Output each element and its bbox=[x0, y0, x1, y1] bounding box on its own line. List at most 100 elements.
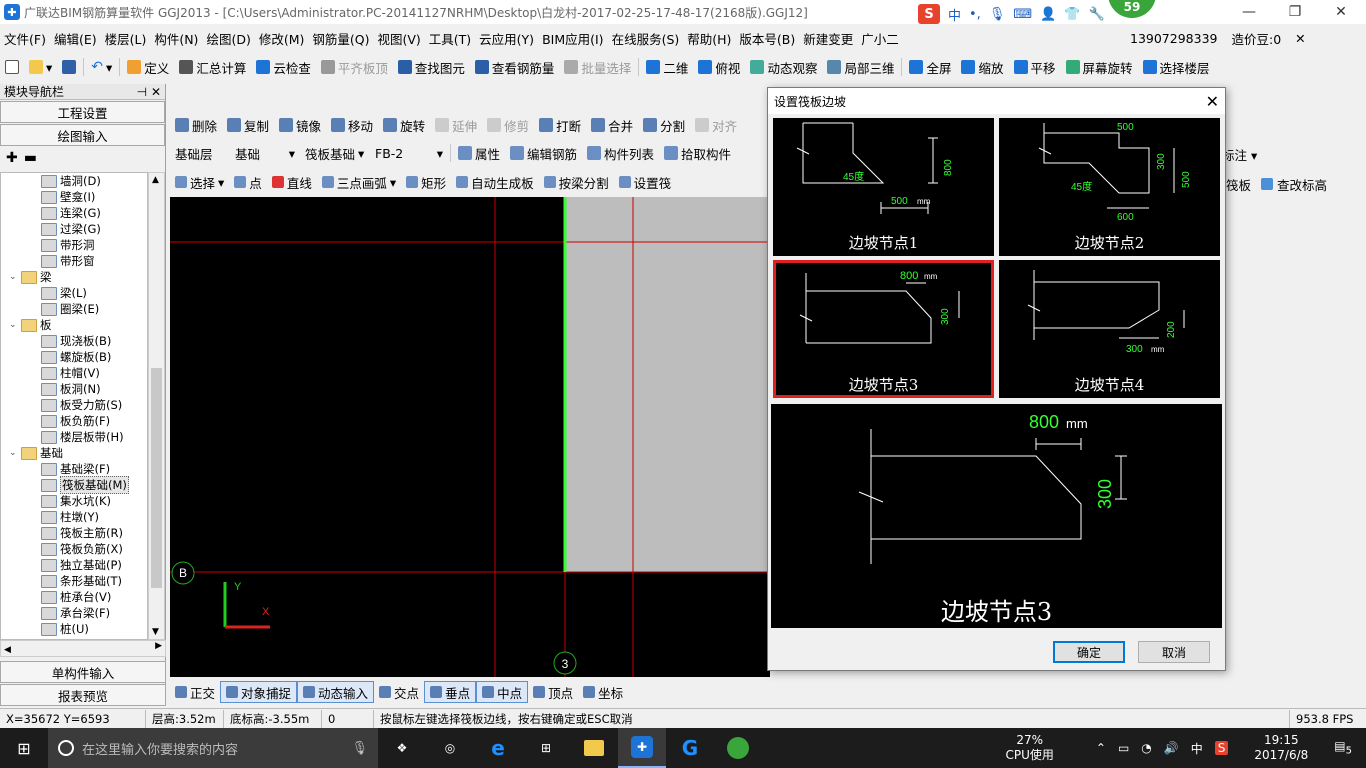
mic-icon[interactable]: 🎙 bbox=[351, 741, 368, 756]
type-select[interactable]: 基础 ▾ bbox=[230, 144, 300, 163]
tree-item[interactable]: ⌄ 基础 bbox=[1, 445, 147, 461]
tree-item[interactable]: 承台梁(F) bbox=[1, 605, 147, 621]
tree-item[interactable]: 板负筋(F) bbox=[1, 413, 147, 429]
toolbar-button[interactable]: 平移 bbox=[1009, 58, 1061, 77]
tray-up-icon[interactable]: ⌃ bbox=[1096, 741, 1106, 755]
snap-toggle[interactable]: 中点 bbox=[476, 681, 529, 703]
toolbar-button[interactable]: 云检查 bbox=[251, 58, 316, 77]
clock[interactable]: 19:15 2017/6/8 bbox=[1254, 733, 1308, 763]
tree-item[interactable]: 圈梁(E) bbox=[1, 301, 147, 317]
element-select[interactable]: FB-2 ▾ bbox=[370, 146, 448, 161]
toolbar-button[interactable]: 屏幕旋转 bbox=[1061, 58, 1138, 77]
edit-button[interactable]: 分割 bbox=[638, 116, 690, 135]
edit-button[interactable]: 修剪 bbox=[482, 116, 534, 135]
collapse-icon[interactable]: ⌄ bbox=[9, 448, 19, 458]
toolbar-button[interactable]: 俯视 bbox=[693, 58, 745, 77]
menu-item[interactable]: 新建变更 bbox=[799, 29, 857, 48]
menu-close-icon[interactable]: ✕ bbox=[1295, 31, 1305, 46]
maximize-button[interactable]: ❐ bbox=[1272, 0, 1318, 24]
slope-node-2[interactable]: 500 300 500 45度 600 边坡节点2 bbox=[999, 118, 1220, 256]
draw-button[interactable]: 自动生成板 bbox=[451, 173, 539, 192]
ok-button[interactable]: 确定 bbox=[1053, 641, 1125, 663]
tree-item[interactable]: 连梁(G) bbox=[1, 205, 147, 221]
menu-item[interactable]: 绘图(D) bbox=[202, 29, 254, 48]
network-icon[interactable]: ▭ bbox=[1118, 741, 1129, 755]
component-button[interactable]: 构件列表 bbox=[582, 144, 659, 163]
tree-item[interactable]: 筏板主筋(R) bbox=[1, 525, 147, 541]
component-button[interactable]: 属性 bbox=[453, 144, 505, 163]
slope-node-1[interactable]: 45度 500 mm 800 边坡节点1 bbox=[773, 118, 994, 256]
toolbar-button[interactable]: 全屏 bbox=[904, 58, 956, 77]
draw-button[interactable]: 选择 ▾ bbox=[170, 173, 229, 192]
tree-item[interactable]: 壁龛(I) bbox=[1, 189, 147, 205]
check-elevation-button[interactable]: 查改标高 bbox=[1261, 175, 1327, 194]
toolbar-button[interactable]: 动态观察 bbox=[745, 58, 822, 77]
edit-button[interactable]: 删除 bbox=[170, 116, 222, 135]
tree-item[interactable]: 板受力筋(S) bbox=[1, 397, 147, 413]
menu-item[interactable]: 帮助(H) bbox=[683, 29, 735, 48]
account-price[interactable]: 造价豆:0 bbox=[1231, 29, 1281, 48]
toolbar-button[interactable]: 平齐板顶 bbox=[316, 58, 393, 77]
task-view-icon[interactable]: ❖ bbox=[378, 728, 426, 768]
tree-item[interactable]: 柱帽(V) bbox=[1, 365, 147, 381]
tree-item[interactable]: 螺旋板(B) bbox=[1, 349, 147, 365]
user-icon[interactable]: 👤 bbox=[1040, 7, 1056, 22]
store-icon[interactable]: ⊞ bbox=[522, 728, 570, 768]
toolbar-button[interactable]: 查找图元 bbox=[393, 58, 470, 77]
canvas-svg[interactable]: B 3 Y X bbox=[170, 197, 770, 677]
scroll-thumb[interactable] bbox=[151, 368, 162, 588]
ime-lang[interactable]: 中 bbox=[948, 5, 961, 24]
tray-ime[interactable]: 中 bbox=[1191, 740, 1203, 757]
menu-item[interactable]: 楼层(L) bbox=[101, 29, 151, 48]
menu-item[interactable]: 在线服务(S) bbox=[608, 29, 684, 48]
tree-item[interactable]: 带形洞 bbox=[1, 237, 147, 253]
draw-button[interactable]: 三点画弧 ▾ bbox=[317, 173, 401, 192]
slope-node-3[interactable]: 800 mm 300 边坡节点3 bbox=[773, 260, 994, 398]
snap-toggle[interactable]: 坐标 bbox=[578, 683, 628, 702]
shirt-icon[interactable]: 👕 bbox=[1064, 7, 1080, 22]
report-preview-button[interactable]: 报表预览 bbox=[0, 684, 166, 706]
expand-all-icon[interactable]: ✚ bbox=[6, 150, 18, 166]
glodon-g-icon[interactable]: G bbox=[666, 728, 714, 768]
menu-item[interactable]: 版本号(B) bbox=[735, 29, 799, 48]
cancel-button[interactable]: 取消 bbox=[1138, 641, 1210, 663]
toolbar-button[interactable]: 汇总计算 bbox=[174, 58, 251, 77]
wrench-icon[interactable]: 🔧 bbox=[1088, 7, 1104, 22]
edit-button[interactable]: 延伸 bbox=[430, 116, 482, 135]
snap-toggle[interactable]: 顶点 bbox=[528, 683, 578, 702]
explorer-icon[interactable] bbox=[570, 728, 618, 768]
toolbar-button[interactable]: 定义 bbox=[122, 58, 174, 77]
menu-item[interactable]: BIM应用(I) bbox=[538, 29, 608, 48]
keyboard-icon[interactable]: ⌨ bbox=[1013, 7, 1032, 22]
floor-select[interactable]: 基础层 bbox=[170, 144, 230, 163]
toolbar-button[interactable]: 局部三维 bbox=[822, 58, 899, 77]
tree-item[interactable]: 条形基础(T) bbox=[1, 573, 147, 589]
menu-item[interactable]: 云应用(Y) bbox=[475, 29, 538, 48]
toolbar-button[interactable]: 选择楼层 bbox=[1138, 58, 1215, 77]
raft-button[interactable]: 筏板 bbox=[1226, 175, 1251, 194]
green-app-icon[interactable] bbox=[714, 728, 762, 768]
account-phone[interactable]: 13907298339 bbox=[1130, 31, 1217, 46]
tree-item[interactable]: 现浇板(B) bbox=[1, 333, 147, 349]
draw-button[interactable]: 按梁分割 bbox=[539, 173, 614, 192]
menu-item[interactable]: 钢筋量(Q) bbox=[308, 29, 373, 48]
category-select[interactable]: 筏板基础 ▾ bbox=[300, 144, 370, 163]
slope-node-4[interactable]: 200 300 mm 边坡节点4 bbox=[999, 260, 1220, 398]
glodon-icon[interactable]: ✚ bbox=[618, 728, 666, 768]
snap-toggle[interactable]: 正交 bbox=[170, 683, 220, 702]
draw-button[interactable]: 点 bbox=[229, 173, 267, 192]
start-button[interactable]: ⊞ bbox=[0, 728, 48, 768]
tree-item[interactable]: 集水坑(K) bbox=[1, 493, 147, 509]
edit-button[interactable]: 移动 bbox=[326, 116, 378, 135]
raft-slab[interactable] bbox=[565, 197, 770, 572]
new-icon[interactable] bbox=[0, 60, 24, 74]
snap-toggle[interactable]: 动态输入 bbox=[297, 681, 375, 703]
edit-button[interactable]: 镜像 bbox=[274, 116, 326, 135]
cpu-meter[interactable]: 27% CPU使用 bbox=[1005, 733, 1053, 763]
wifi-icon[interactable]: ◔ bbox=[1141, 741, 1151, 755]
notification-center-icon[interactable]: ▤5 bbox=[1334, 739, 1352, 756]
ime-toolbar[interactable]: S 中 •, 🎙 ⌨ 👤 👕 🔧 bbox=[918, 3, 1105, 25]
tree-item[interactable]: 独立基础(P) bbox=[1, 557, 147, 573]
mic-icon[interactable]: 🎙 bbox=[989, 7, 1006, 22]
menu-item[interactable]: 广小二 bbox=[857, 29, 903, 48]
